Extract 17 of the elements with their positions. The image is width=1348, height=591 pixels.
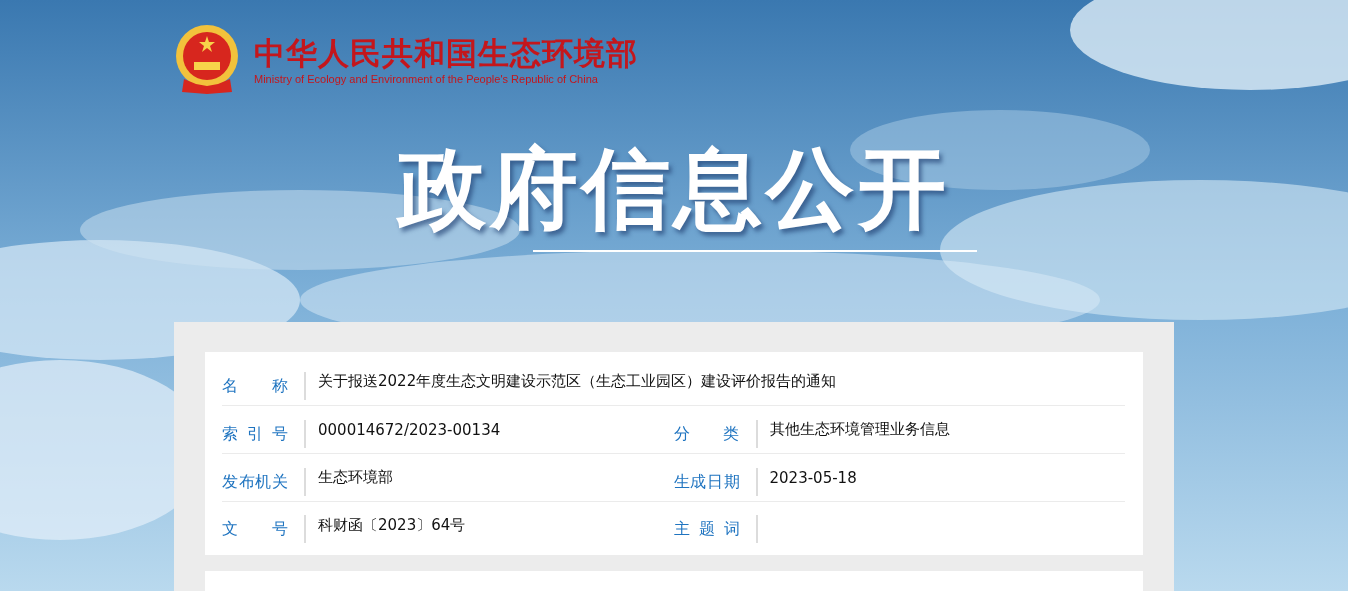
field-label: 发布机关 xyxy=(222,467,306,496)
field-label: 索 引 号 xyxy=(222,419,306,448)
field-label: 生成日期 xyxy=(673,467,758,496)
field-label: 文 号 xyxy=(222,515,306,543)
field-value: 2023-05-18 xyxy=(769,468,857,487)
site-name: 中华人民共和国生态环境部 xyxy=(254,35,638,71)
field-value: 其他生态环境管理业务信息 xyxy=(769,420,950,439)
banner-title: 政府信息公开 xyxy=(398,136,950,242)
field-label: 主 题 词 xyxy=(673,515,758,543)
emblem-icon xyxy=(174,24,240,96)
field-value: 科财函〔2023〕64号 xyxy=(318,515,466,535)
field-label: 名 称 xyxy=(222,371,306,400)
site-english-name: Ministry of Ecology and Environment of the People's Republic of China xyxy=(254,73,599,85)
field-value: 生态环境部 xyxy=(318,468,393,487)
field-label: 分 类 xyxy=(673,419,758,448)
field-value: 关于报送2022年度生态文明建设示范区（生态工业园区）建设评价报告的通知 xyxy=(318,372,837,391)
field-value: 000014672/2023-00134 xyxy=(318,420,501,439)
